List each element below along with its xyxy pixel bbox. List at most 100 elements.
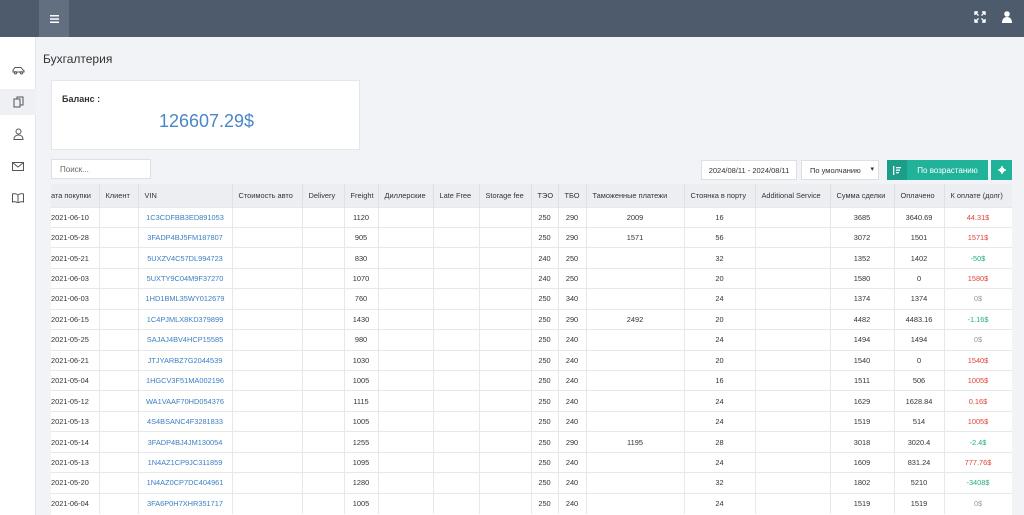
- dealer-fee-cell: [378, 349, 434, 371]
- client-cell: [99, 267, 139, 289]
- client-cell: [99, 247, 139, 269]
- table-row[interactable]: 2021-06-10 1C3CDFBB3ED891053 1120 250 290 200…: [51, 206, 1012, 228]
- mail-icon: [12, 161, 24, 171]
- column-header[interactable]: Сумма сделки: [830, 184, 895, 207]
- vin-link[interactable]: SAJAJ4BV4HCP15585: [138, 329, 233, 351]
- table-row[interactable]: 2021-05-12 WA1VAAF70HD054376 1115 250 240 24 1…: [51, 390, 1012, 412]
- table-row[interactable]: 2021-05-04 1HGCV3F51MA002196 1005 250 240 16 1…: [51, 369, 1012, 391]
- paid-cell: 3020.4: [894, 431, 945, 453]
- client-cell: [99, 349, 139, 371]
- port-parking-cell: 16: [684, 206, 756, 228]
- table-row[interactable]: 2021-06-15 1C4PJMLX8KD379899 1430 250 290 249…: [51, 308, 1012, 330]
- vin-link[interactable]: 3FADP4BJ5FM187807: [138, 226, 233, 248]
- column-header[interactable]: Freight: [344, 184, 379, 207]
- column-header[interactable]: Late Free: [433, 184, 480, 207]
- port-parking-cell: 56: [684, 226, 756, 248]
- paid-cell: 5210: [894, 472, 945, 494]
- fullscreen-button[interactable]: [974, 10, 988, 24]
- paid-cell: 0: [894, 349, 945, 371]
- settings-button[interactable]: [991, 160, 1012, 180]
- vin-link[interactable]: 1N4AZ1CP9JC311859: [138, 451, 233, 473]
- teo-cell: 240: [531, 247, 559, 269]
- customs-cell: [586, 288, 685, 310]
- sidebar-item-cars[interactable]: [0, 57, 36, 83]
- vin-link[interactable]: 1HD1BML35WY012679: [138, 288, 233, 310]
- purchase-date-cell: 2021-05-28: [51, 226, 100, 248]
- port-parking-cell: 20: [684, 349, 756, 371]
- search-input[interactable]: [51, 159, 151, 179]
- hamburger-menu-button[interactable]: [39, 0, 69, 37]
- column-header[interactable]: ТБО: [558, 184, 587, 207]
- vin-link[interactable]: 3FADP4BJ4JM130054: [138, 431, 233, 453]
- paid-cell: 1519: [894, 492, 945, 514]
- table-row[interactable]: 2021-06-03 1HD1BML35WY012679 760 250 340 24 13…: [51, 288, 1012, 310]
- car-cost-cell: [232, 349, 303, 371]
- debt-cell: 1571$: [944, 226, 1012, 248]
- port-parking-cell: 24: [684, 390, 756, 412]
- table-row[interactable]: 2021-06-04 3FA6P0H7XHR351717 1005 250 240 24 1…: [51, 492, 1012, 514]
- customs-cell: [586, 390, 685, 412]
- column-header[interactable]: Storage fee: [479, 184, 532, 207]
- deal-total-cell: 1580: [830, 267, 895, 289]
- paid-cell: 0: [894, 267, 945, 289]
- sort-select[interactable]: По умолчанию ▾: [801, 160, 879, 180]
- freight-cell: 830: [344, 247, 379, 269]
- table-row[interactable]: 2021-05-13 1N4AZ1CP9JC311859 1095 250 240 24 1…: [51, 451, 1012, 473]
- column-header[interactable]: Клиент: [99, 184, 139, 207]
- sidebar-item-accounting[interactable]: [0, 89, 36, 115]
- column-header[interactable]: Таможенные платежи: [586, 184, 685, 207]
- column-header[interactable]: VIN: [138, 184, 233, 207]
- sidebar-item-book[interactable]: [0, 185, 36, 211]
- vin-link[interactable]: 5UXZV4C57DL994723: [138, 247, 233, 269]
- table-row[interactable]: 2021-05-14 3FADP4BJ4JM130054 1255 250 290 119…: [51, 431, 1012, 453]
- customs-cell: [586, 451, 685, 473]
- date-range-picker[interactable]: 2024/08/11 - 2024/08/11: [701, 160, 797, 180]
- purchase-date-cell: 2021-06-03: [51, 288, 100, 310]
- vin-link[interactable]: 1C4PJMLX8KD379899: [138, 308, 233, 330]
- table-row[interactable]: 2021-06-03 5UXTY9C04M9F37270 1070 240 250 20 1…: [51, 267, 1012, 289]
- purchase-date-cell: 2021-06-21: [51, 349, 100, 371]
- vin-link[interactable]: 1N4AZ0CP7DC404961: [138, 472, 233, 494]
- column-header[interactable]: Delivery: [302, 184, 345, 207]
- table-row[interactable]: 2021-06-21 JTJYARBZ7G2044539 1030 250 240 20 1…: [51, 349, 1012, 371]
- table-row[interactable]: 2021-05-13 4S4BSANC4F3281833 1005 250 240 24 1…: [51, 410, 1012, 432]
- column-header[interactable]: К оплате (долг): [944, 184, 1012, 207]
- table-row[interactable]: 2021-05-28 3FADP4BJ5FM187807 905 250 290 1571…: [51, 226, 1012, 248]
- sort-ascending-button[interactable]: По возрастанию: [887, 160, 988, 180]
- column-header[interactable]: Оплачено: [894, 184, 945, 207]
- sort-ascending-label: По возрастанию: [917, 165, 978, 175]
- table-row[interactable]: 2021-05-20 1N4AZ0CP7DC404961 1280 250 240 32 1…: [51, 472, 1012, 494]
- column-header[interactable]: Стоянка в порту: [684, 184, 756, 207]
- vin-link[interactable]: 1HGCV3F51MA002196: [138, 369, 233, 391]
- additional-service-cell: [755, 206, 831, 228]
- vin-link[interactable]: 1C3CDFBB3ED891053: [138, 206, 233, 228]
- vin-link[interactable]: 3FA6P0H7XHR351717: [138, 492, 233, 514]
- purchase-date-cell: 2021-05-12: [51, 390, 100, 412]
- column-header[interactable]: Стоимость авто: [232, 184, 303, 207]
- dealer-fee-cell: [378, 369, 434, 391]
- vin-link[interactable]: JTJYARBZ7G2044539: [138, 349, 233, 371]
- column-header[interactable]: ТЭО: [531, 184, 559, 207]
- vin-link[interactable]: 4S4BSANC4F3281833: [138, 410, 233, 432]
- balance-value: 126607.29$: [158, 111, 255, 131]
- debt-cell: 777.76$: [944, 451, 1012, 473]
- customs-cell: [586, 492, 685, 514]
- user-icon: [1002, 11, 1012, 23]
- table-row[interactable]: 2021-05-25 SAJAJ4BV4HCP15585 980 250 240 24 14…: [51, 329, 1012, 351]
- table-row[interactable]: 2021-05-21 5UXZV4C57DL994723 830 240 250 32 13…: [51, 247, 1012, 269]
- additional-service-cell: [755, 390, 831, 412]
- sidebar-item-clients[interactable]: [0, 121, 36, 147]
- sidebar-item-messages[interactable]: [0, 153, 36, 179]
- dealer-fee-cell: [378, 226, 434, 248]
- column-header[interactable]: ата покупки: [51, 184, 100, 207]
- vin-link[interactable]: WA1VAAF70HD054376: [138, 390, 233, 412]
- column-header[interactable]: Additional Service: [755, 184, 831, 207]
- teo-cell: 250: [531, 390, 559, 412]
- storage-fee-cell: [479, 226, 532, 248]
- vin-link[interactable]: 5UXTY9C04M9F37270: [138, 267, 233, 289]
- accounting-table-container[interactable]: ата покупки Клиент VIN Стоимость авто Delive…: [51, 184, 1012, 515]
- column-header[interactable]: Диллерские: [378, 184, 434, 207]
- additional-service-cell: [755, 349, 831, 371]
- teo-cell: 250: [531, 369, 559, 391]
- user-menu-button[interactable]: [1002, 10, 1016, 24]
